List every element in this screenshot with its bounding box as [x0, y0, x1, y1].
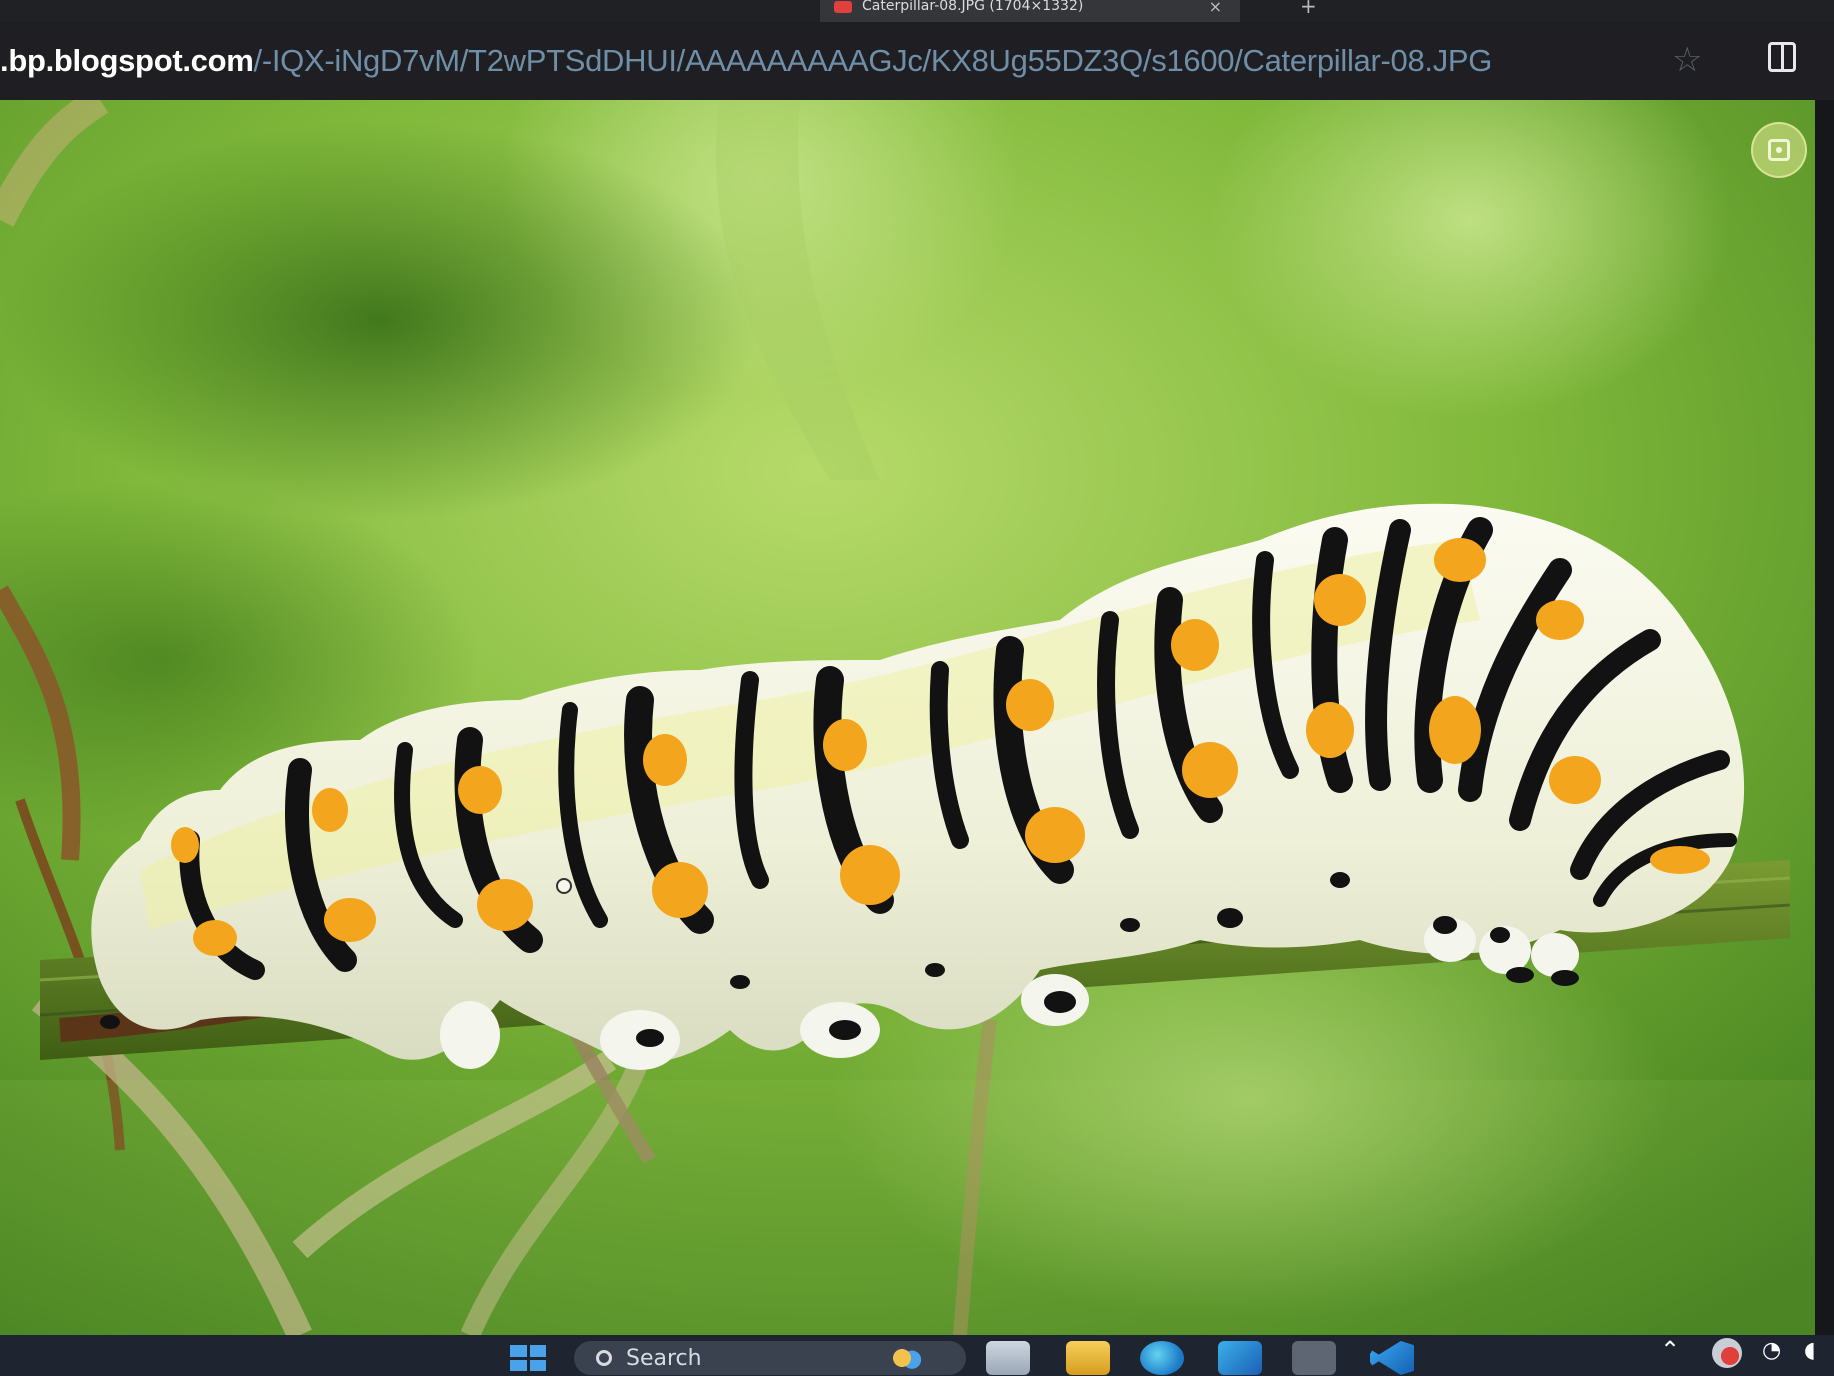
widgets-icon[interactable]: [886, 1341, 926, 1375]
star-icon[interactable]: ☆: [1672, 40, 1702, 80]
mouse-cursor-icon: [556, 878, 572, 894]
chevron-up-icon[interactable]: ⌃: [1660, 1336, 1680, 1370]
visual-search-button[interactable]: [1751, 122, 1807, 178]
volume-icon[interactable]: ◖: [1804, 1338, 1830, 1368]
split-screen-icon[interactable]: [1768, 42, 1796, 72]
browser-tab[interactable]: Caterpillar-08.JPG (1704×1332) ×: [820, 0, 1240, 22]
new-tab-button[interactable]: +: [1300, 0, 1317, 18]
search-label: Search: [626, 1345, 702, 1371]
url-text[interactable]: .bp.blogspot.com/-IQX-iNgD7vM/T2wPTSdDHU…: [0, 43, 1492, 79]
app-icon[interactable]: [1292, 1341, 1336, 1375]
address-bar[interactable]: .bp.blogspot.com/-IQX-iNgD7vM/T2wPTSdDHU…: [0, 22, 1834, 100]
image-viewport: [0, 100, 1815, 1335]
task-view-icon[interactable]: [986, 1341, 1030, 1375]
edge-icon[interactable]: [1140, 1341, 1184, 1375]
store-icon[interactable]: [1218, 1341, 1262, 1375]
tab-close-icon[interactable]: ×: [1209, 0, 1222, 16]
favicon-icon: [834, 1, 852, 13]
start-icon[interactable]: [506, 1341, 550, 1375]
visual-search-icon: [1768, 139, 1790, 161]
tab-title: Caterpillar-08.JPG (1704×1332): [862, 0, 1084, 14]
battery-icon[interactable]: [1712, 1338, 1742, 1368]
wifi-icon[interactable]: ◔: [1762, 1338, 1792, 1368]
file-explorer-icon[interactable]: [1066, 1341, 1110, 1375]
screen-bezel: [1815, 100, 1834, 1336]
search-icon: [596, 1350, 612, 1366]
url-path: /-IQX-iNgD7vM/T2wPTSdDHUI/AAAAAAAAAGJc/K…: [253, 43, 1493, 78]
url-host: .bp.blogspot.com: [0, 43, 254, 78]
caterpillar-photo: [0, 100, 1815, 1335]
